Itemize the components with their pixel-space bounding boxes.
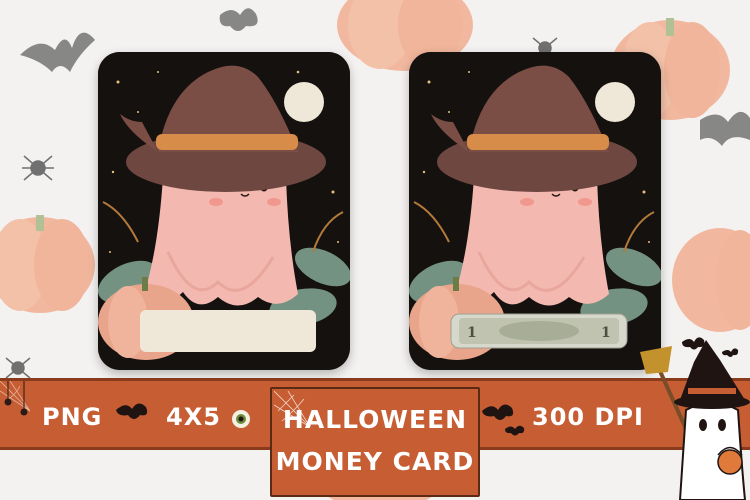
bat-icon	[505, 425, 525, 436]
dpi-label: 300 DPI	[532, 403, 644, 431]
format-label: PNG	[42, 403, 103, 431]
dollar-bill: 1 1	[450, 313, 628, 349]
eyeball-icon	[232, 410, 250, 428]
bat-icon	[116, 403, 148, 419]
card-illustration	[98, 52, 350, 370]
hanging-hole	[595, 82, 635, 122]
money-card-front	[98, 52, 350, 370]
size-label: 4X5	[166, 403, 221, 431]
money-card-with-bill: 1 1	[409, 52, 661, 370]
title-line-2: MONEY CARD	[275, 447, 475, 476]
hanging-hole	[284, 82, 324, 122]
title-box: HALLOWEEN MONEY CARD	[270, 387, 480, 497]
bill-denomination: 1	[467, 325, 477, 341]
title-line-1: HALLOWEEN	[282, 405, 468, 434]
name-label-slot	[140, 310, 316, 352]
card-illustration: 1 1	[409, 52, 661, 370]
bat-icon	[482, 404, 514, 420]
bill-denomination: 1	[601, 325, 611, 341]
